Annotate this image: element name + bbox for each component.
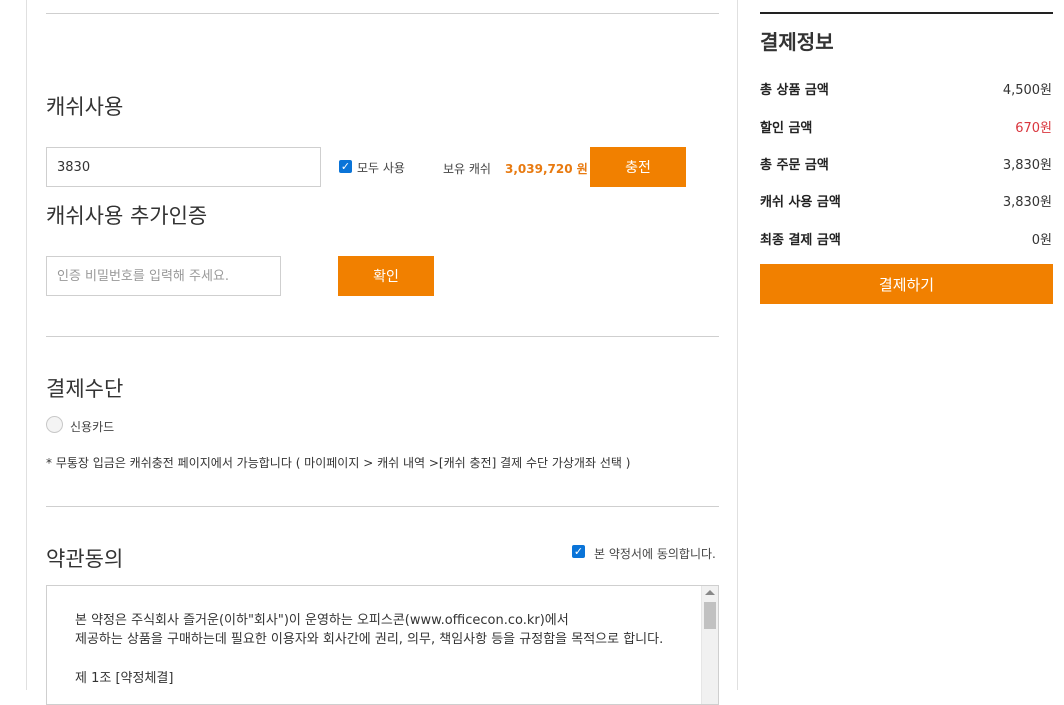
- cash-amount-input[interactable]: [46, 147, 321, 187]
- summary-row-discount: 할인 금액 670원: [760, 117, 1052, 137]
- auth-section-title: 캐쉬사용 추가인증: [46, 204, 208, 228]
- use-all-checkbox[interactable]: ✓: [339, 160, 352, 173]
- summary-row-order-total: 총 주문 금액 3,830원: [760, 154, 1052, 174]
- summary-value: 3,830원: [1002, 195, 1052, 210]
- scroll-up-icon[interactable]: [705, 590, 715, 595]
- divider: [46, 336, 719, 337]
- terms-textbox[interactable]: 본 약정은 주식회사 즐거운(이하"회사")이 운영하는 오피스콘(www.of…: [46, 585, 719, 705]
- summary-title: 결제정보: [760, 30, 834, 54]
- credit-card-radio[interactable]: [46, 416, 63, 433]
- summary-top-rule: [760, 12, 1053, 14]
- terms-line: 제 1조 [약정체결]: [75, 671, 174, 686]
- divider: [46, 506, 719, 507]
- terms-agree-checkbox[interactable]: ✓: [572, 545, 585, 558]
- terms-line: 본 약정은 주식회사 즐거운(이하"회사")이 운영하는 오피스콘(www.of…: [75, 613, 569, 628]
- summary-row-total-product: 총 상품 금액 4,500원: [760, 79, 1052, 99]
- balance-value: 3,039,720 원: [505, 162, 588, 176]
- confirm-button[interactable]: 확인: [338, 256, 434, 296]
- checkout-main-panel: 캐쉬사용 ✓ 모두 사용 보유 캐쉬 3,039,720 원 충전 캐쉬사용 추…: [26, 0, 738, 705]
- summary-label: 최종 결제 금액: [760, 233, 841, 248]
- auth-password-input[interactable]: [46, 256, 281, 296]
- divider: [46, 13, 719, 14]
- summary-label: 캐쉬 사용 금액: [760, 195, 841, 210]
- use-all-label: 모두 사용: [357, 161, 405, 175]
- balance-label: 보유 캐쉬: [443, 162, 491, 176]
- summary-value-discount: 670원: [1015, 121, 1052, 136]
- terms-line: 제공하는 상품을 구매하는데 필요한 이용자와 회사간에 권리, 의무, 책임사…: [75, 632, 664, 647]
- credit-card-label: 신용카드: [70, 420, 115, 434]
- summary-row-cash-used: 캐쉬 사용 금액 3,830원: [760, 191, 1052, 211]
- summary-row-final: 최종 결제 금액 0원: [760, 229, 1052, 249]
- terms-section-title: 약관동의: [46, 547, 124, 571]
- bank-transfer-notice: * 무통장 입금은 캐쉬충전 페이지에서 가능합니다 ( 마이페이지 > 캐쉬 …: [46, 456, 631, 470]
- payment-method-title: 결제수단: [46, 377, 124, 401]
- summary-label: 할인 금액: [760, 121, 813, 136]
- summary-label: 총 상품 금액: [760, 83, 829, 98]
- terms-agree-label: 본 약정서에 동의합니다.: [594, 547, 716, 561]
- summary-value: 0원: [1031, 233, 1052, 248]
- pay-button[interactable]: 결제하기: [760, 264, 1053, 304]
- payment-summary-panel: 결제정보 총 상품 금액 4,500원 할인 금액 670원 총 주문 금액 3…: [760, 0, 1064, 690]
- summary-value: 3,830원: [1002, 158, 1052, 173]
- scroll-thumb[interactable]: [704, 602, 716, 629]
- summary-label: 총 주문 금액: [760, 158, 829, 173]
- summary-value: 4,500원: [1002, 83, 1052, 98]
- cash-section-title: 캐쉬사용: [46, 95, 124, 119]
- terms-scrollbar[interactable]: [701, 586, 718, 704]
- charge-button[interactable]: 충전: [590, 147, 686, 187]
